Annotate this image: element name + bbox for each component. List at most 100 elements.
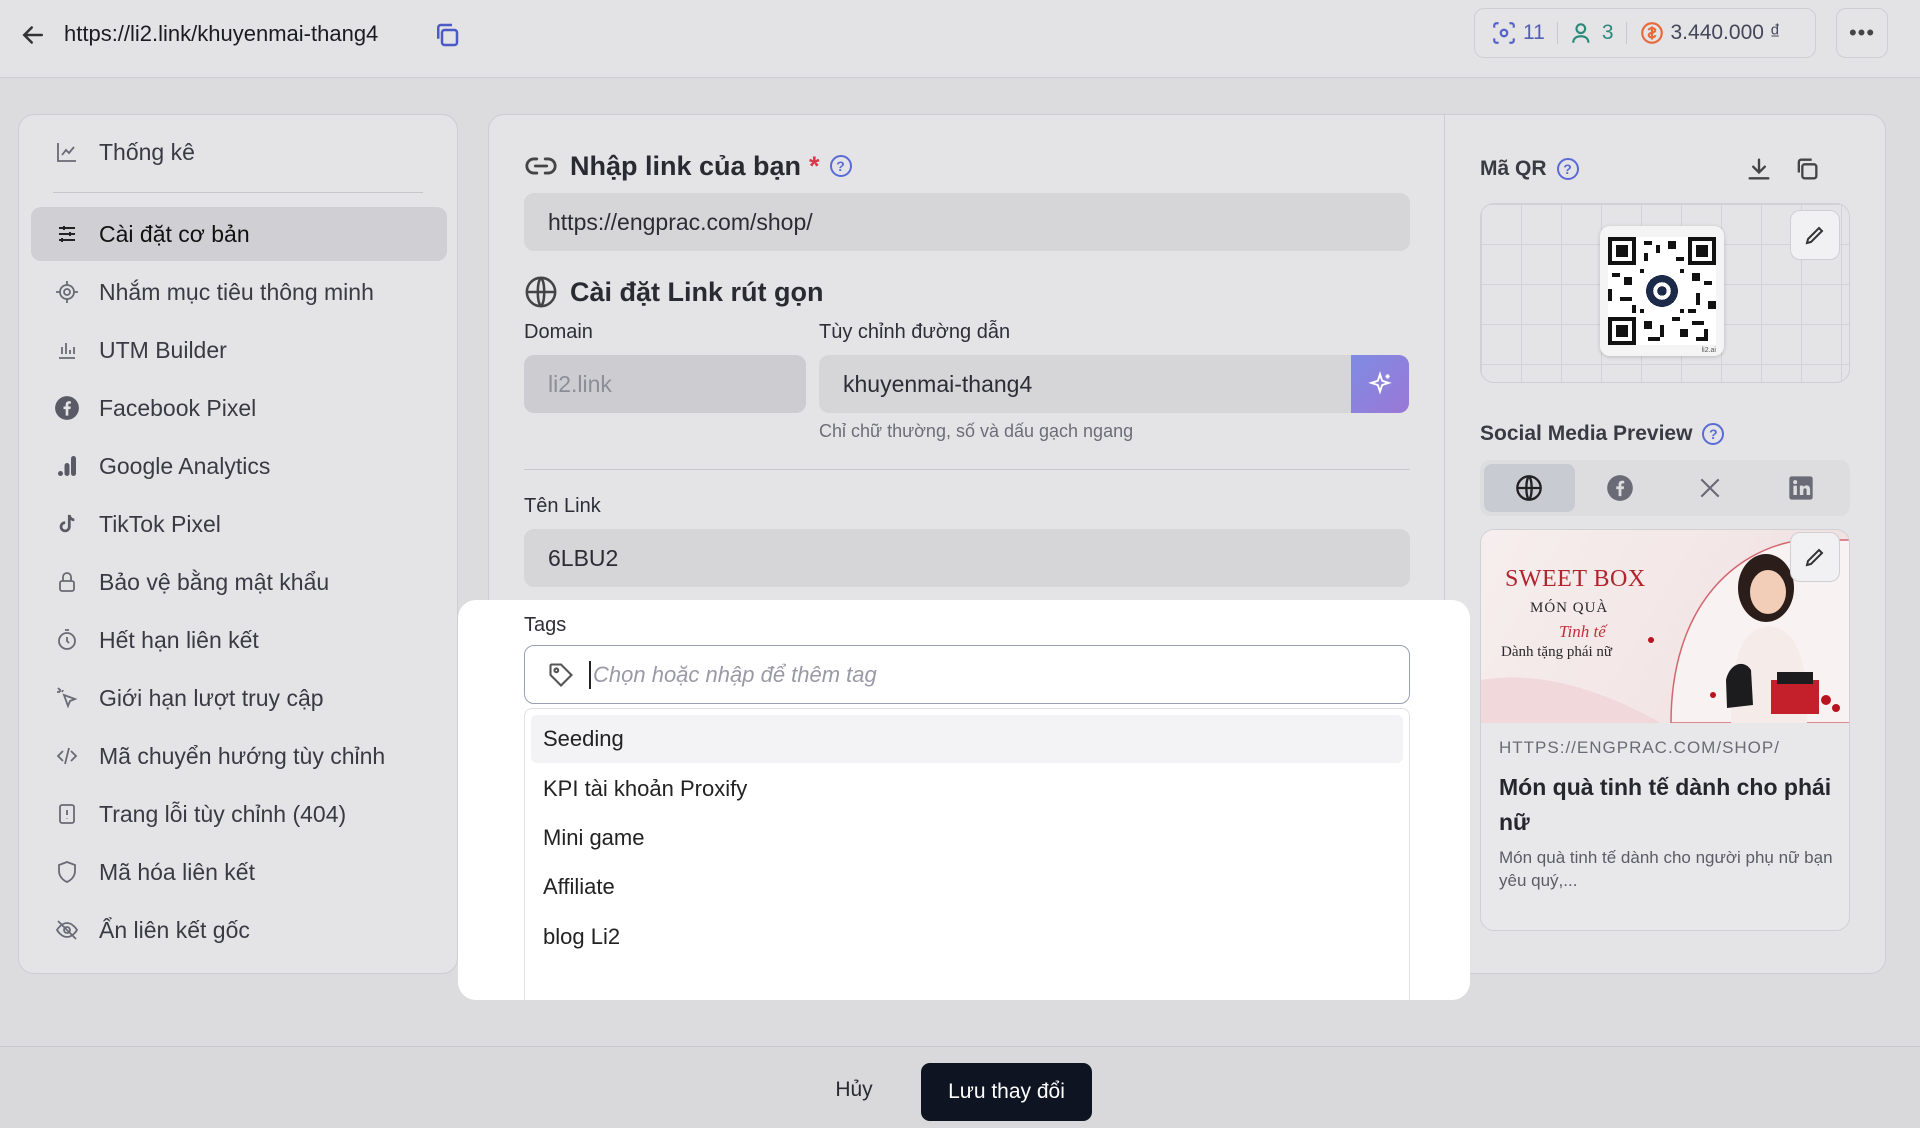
sparkle-icon xyxy=(1368,371,1392,395)
preview-description: Món quà tinh tế dành cho người phụ nữ bạ… xyxy=(1499,848,1833,890)
sidebar-item-access-limit[interactable]: Giới hạn lượt truy cập xyxy=(31,671,447,725)
sidebar-item-facebook-pixel[interactable]: Facebook Pixel xyxy=(31,381,447,435)
tag-option[interactable]: Seeding xyxy=(531,715,1403,763)
bar-chart-icon xyxy=(53,336,81,364)
required-mark: * xyxy=(809,150,820,181)
eye-off-icon xyxy=(53,916,81,944)
social-preview-card: SWEET BOX MÓN QUÀ Tinh tế Dành tặng phái… xyxy=(1480,529,1850,931)
globe-icon xyxy=(525,276,557,308)
sidebar-item-custom-redirect[interactable]: Mã chuyển hướng tùy chỉnh xyxy=(31,729,447,783)
tag-option[interactable]: Mini game xyxy=(531,814,1403,862)
pencil-icon xyxy=(1805,548,1824,567)
sidebar-item-password[interactable]: Bảo vệ bằng mật khẩu xyxy=(31,555,447,609)
edit-qr-button[interactable] xyxy=(1790,210,1840,260)
sidebar-item-label: Cài đặt cơ bản xyxy=(99,220,250,247)
social-preview-heading: Social Media Preview ? xyxy=(1480,422,1725,446)
qr-brand: li2.ai xyxy=(1701,347,1716,354)
sidebar-item-label: Ẩn liên kết gốc xyxy=(99,916,250,943)
divider xyxy=(1556,22,1558,44)
preview-brand-line2: Tinh tế xyxy=(1559,622,1606,641)
short-link-title: Cài đặt Link rút gọn xyxy=(570,276,824,307)
more-menu-button[interactable]: ••• xyxy=(1836,8,1888,58)
sidebar-item-custom-404[interactable]: Trang lỗi tùy chỉnh (404) xyxy=(31,787,447,841)
code-icon xyxy=(53,742,81,770)
domain-select[interactable]: li2.link xyxy=(524,355,806,413)
sidebar-item-basic-settings[interactable]: Cài đặt cơ bản xyxy=(31,207,447,261)
sliders-icon xyxy=(53,220,81,248)
domain-label: Domain xyxy=(524,321,593,343)
pencil-icon xyxy=(1805,226,1824,245)
sidebar-item-label: Giới hạn lượt truy cập xyxy=(99,684,324,711)
link-name-input[interactable]: 6LBU2 xyxy=(524,529,1410,587)
sidebar-item-label: Google Analytics xyxy=(99,452,271,479)
path-label: Tùy chỉnh đường dẫn xyxy=(819,321,1011,343)
sidebar-item-link-expiry[interactable]: Hết hạn liên kết xyxy=(31,613,447,667)
back-arrow-icon[interactable] xyxy=(18,20,48,50)
tab-linkedin[interactable] xyxy=(1756,464,1847,512)
target-icon xyxy=(53,278,81,306)
sidebar-item-label: Trang lỗi tùy chỉnh (404) xyxy=(99,800,347,827)
edit-preview-button[interactable] xyxy=(1790,532,1840,582)
qr-heading: Mã QR ? xyxy=(1480,157,1579,181)
custom-path-input[interactable]: khuyenmai-thang4 xyxy=(819,355,1351,413)
tags-placeholder: Chọn hoặc nhập để thêm tag xyxy=(593,661,877,687)
coin-icon xyxy=(1640,22,1663,44)
sidebar-item-hide-original[interactable]: Ẩn liên kết gốc xyxy=(31,903,447,957)
section-divider xyxy=(524,469,1410,470)
analytics-icon xyxy=(53,452,81,480)
qr-code-image: li2.ai xyxy=(1600,226,1724,356)
tag-option[interactable]: blog Li2 xyxy=(531,913,1403,961)
qr-canvas: li2.ai xyxy=(1480,203,1850,383)
tags-section: Tags Chọn hoặc nhập để thêm tag Seeding … xyxy=(458,600,1470,1000)
cursor-click-icon xyxy=(53,684,81,712)
clicks-stat: 11 xyxy=(1491,20,1545,46)
cancel-button[interactable]: Hủy xyxy=(820,1061,888,1119)
tag-option[interactable]: Affiliate xyxy=(531,863,1403,911)
social-preview-title: Social Media Preview xyxy=(1480,422,1693,445)
facebook-icon xyxy=(1606,475,1633,501)
timer-icon xyxy=(53,626,81,654)
generate-path-button[interactable] xyxy=(1351,355,1409,413)
sidebar-item-google-analytics[interactable]: Google Analytics xyxy=(31,439,447,493)
settings-sidebar: Thống kê Cài đặt cơ bản Nhắm mục tiêu th… xyxy=(18,114,458,974)
sidebar-item-utm-builder[interactable]: UTM Builder xyxy=(31,323,447,377)
sidebar-item-smart-targeting[interactable]: Nhắm mục tiêu thông minh xyxy=(31,265,447,319)
tag-option[interactable]: KPI tài khoản Proxify xyxy=(531,765,1403,813)
tags-input[interactable]: Chọn hoặc nhập để thêm tag xyxy=(524,645,1410,704)
copy-icon[interactable] xyxy=(432,20,462,50)
sidebar-divider xyxy=(53,192,423,193)
link-icon xyxy=(525,157,557,175)
x-logo-icon xyxy=(1700,478,1720,498)
social-platform-tabs xyxy=(1480,460,1850,516)
sidebar-item-label: Hết hạn liên kết xyxy=(99,626,259,653)
link-input-title: Nhập link của bạn xyxy=(570,150,802,181)
link-name-value: 6LBU2 xyxy=(548,544,619,571)
tag-icon xyxy=(549,662,573,687)
tab-facebook[interactable] xyxy=(1575,464,1666,512)
chart-icon xyxy=(53,138,81,166)
sidebar-item-link-encryption[interactable]: Mã hóa liên kết xyxy=(31,845,447,899)
link-name-label: Tên Link xyxy=(524,495,601,517)
sidebar-item-stats[interactable]: Thống kê xyxy=(31,125,447,179)
globe-icon xyxy=(1516,475,1543,501)
tags-dropdown: Seeding KPI tài khoản Proxify Mini game … xyxy=(524,708,1410,1000)
save-button[interactable]: Lưu thay đổi xyxy=(921,1063,1092,1121)
destination-url-input[interactable]: https://engprac.com/shop/ xyxy=(524,193,1410,251)
tab-x[interactable] xyxy=(1665,464,1756,512)
linkedin-icon xyxy=(1789,476,1813,500)
scan-eye-icon xyxy=(1493,22,1515,44)
help-icon[interactable]: ? xyxy=(1556,158,1579,180)
short-link-heading: Cài đặt Link rút gọn xyxy=(524,275,824,309)
help-icon[interactable]: ? xyxy=(1702,423,1725,445)
sidebar-item-tiktok-pixel[interactable]: TikTok Pixel xyxy=(31,497,447,551)
tab-web[interactable] xyxy=(1484,464,1575,512)
facebook-icon xyxy=(53,394,81,422)
custom-path-value: khuyenmai-thang4 xyxy=(843,370,1033,397)
help-icon[interactable]: ? xyxy=(829,155,852,177)
sidebar-item-label: Mã hóa liên kết xyxy=(99,858,255,885)
preview-url: HTTPS://ENGPRAC.COM/SHOP/ xyxy=(1499,738,1780,757)
copy-icon[interactable] xyxy=(1793,155,1823,185)
preview-brand-line3: Dành tặng phái nữ xyxy=(1501,644,1613,660)
download-icon[interactable] xyxy=(1745,155,1775,185)
revenue-stat: 3.440.000 ₫ xyxy=(1639,20,1781,46)
